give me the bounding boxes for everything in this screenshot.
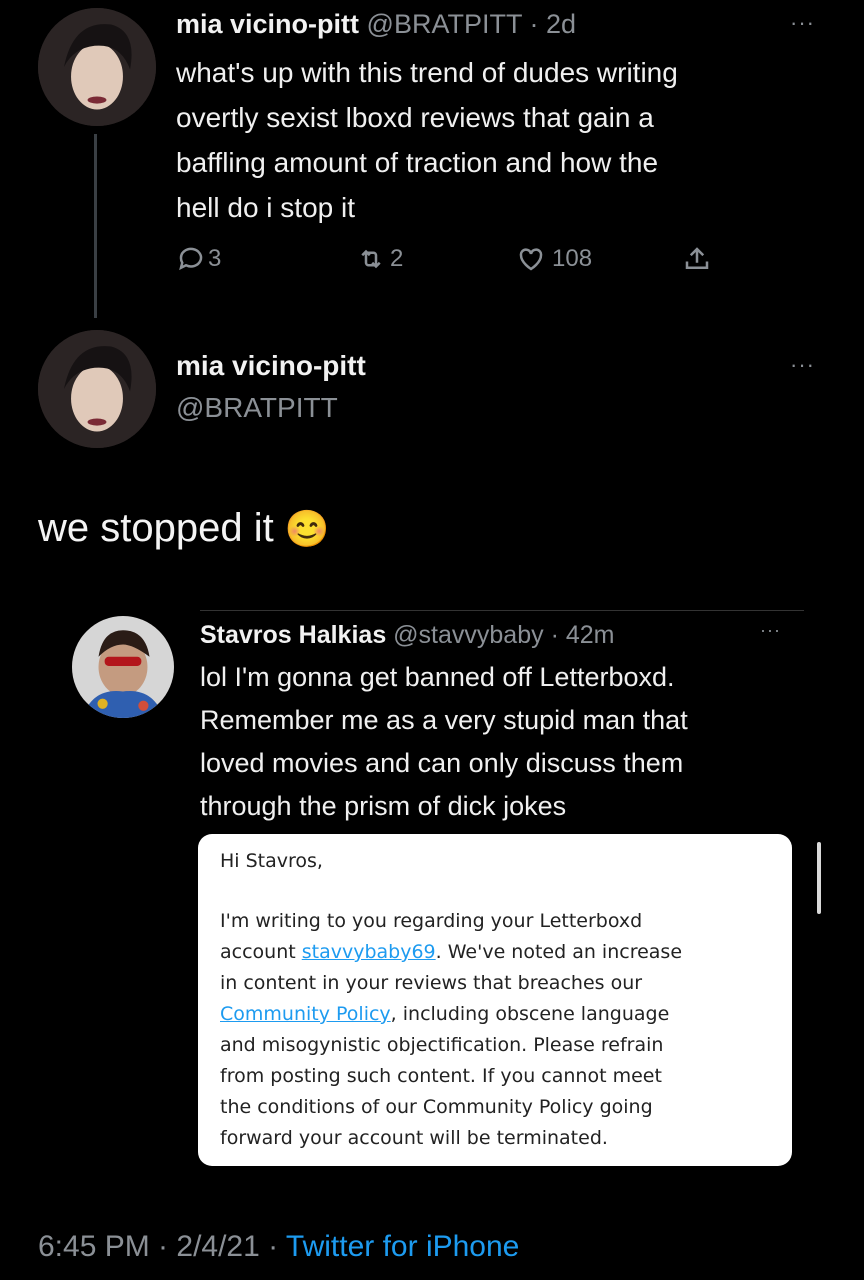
quoted-author-name[interactable]: Stavros Halkias [200, 621, 386, 649]
tweet-text-line: what's up with this trend of dudes writi… [176, 57, 678, 88]
email-line: from posting such content. If you cannot… [220, 1065, 662, 1087]
email-body: I'm writing to you regarding your Letter… [220, 906, 682, 1154]
scrollbar[interactable] [817, 842, 821, 914]
share-button[interactable] [682, 244, 712, 274]
tweet-timestamp: 6:45 PM · 2/4/21 · Twitter for iPhone [38, 1230, 519, 1264]
retweet-button[interactable]: 2 [356, 244, 403, 274]
tweet-text-line: overtly sexist lboxd reviews that gain a [176, 102, 654, 133]
quoted-tweet-time: · 42m [550, 621, 615, 649]
tweet-text-line: lol I'm gonna get banned off Letterboxd. [200, 662, 675, 692]
avatar[interactable] [72, 616, 174, 718]
tweet-text-line: loved movies and can only discuss them [200, 748, 684, 778]
email-screenshot-card[interactable]: Hi Stavros, I'm writing to you regarding… [198, 834, 792, 1166]
avatar[interactable] [38, 8, 156, 126]
tweet-text-line: Remember me as a very stupid man that [200, 705, 688, 735]
tweet-text: we stopped it 😊 [38, 506, 330, 551]
share-icon [685, 247, 709, 269]
reply-button[interactable]: 3 [176, 244, 221, 274]
tweet-time[interactable]: · 2d [529, 9, 576, 39]
quoted-tweet-text: lol I'm gonna get banned off Letterboxd.… [200, 656, 688, 828]
more-options-button[interactable]: ··· [790, 352, 815, 378]
more-options-button[interactable]: ··· [790, 10, 815, 36]
more-options-button[interactable]: ··· [760, 620, 781, 641]
author-handle[interactable]: @BRATPITT [176, 392, 338, 424]
tweet-text-line: through the prism of dick jokes [200, 791, 567, 821]
tweet-text-line: baffling amount of traction and how the [176, 147, 659, 178]
like-button[interactable]: 108 [516, 244, 592, 274]
email-line: in content in your reviews that breaches… [220, 972, 643, 994]
like-count: 108 [552, 245, 593, 272]
author-handle[interactable]: @BRATPITT [367, 9, 522, 39]
email-greeting: Hi Stavros, [220, 850, 323, 872]
avatar[interactable] [38, 330, 156, 448]
smiling-face-emoji: 😊 [284, 508, 330, 549]
email-line: forward your account will be terminated. [220, 1127, 608, 1149]
email-line: the conditions of our Community Policy g… [220, 1096, 653, 1118]
reply-icon [179, 247, 203, 271]
thread-line [94, 134, 97, 318]
retweet-icon [361, 249, 381, 269]
tweet-text: what's up with this trend of dudes writi… [176, 50, 678, 230]
community-policy-link[interactable]: Community Policy [220, 1003, 391, 1025]
account-link[interactable]: stavvybaby69 [302, 941, 436, 963]
email-line: and misogynistic objectification. Please… [220, 1034, 664, 1056]
tweet-text-line: we stopped it [38, 506, 274, 550]
author-name[interactable]: mia vicino-pitt [176, 9, 359, 39]
quoted-author-handle[interactable]: @stavvybaby [393, 621, 543, 649]
tweet-header: mia vicino-pitt @BRATPITT · 2d [176, 6, 576, 42]
timestamp-text: 6:45 PM · 2/4/21 · [38, 1230, 286, 1263]
email-line: I'm writing to you regarding your Letter… [220, 910, 643, 932]
client-link[interactable]: Twitter for iPhone [286, 1230, 519, 1263]
email-line: account stavvybaby69. We've noted an inc… [220, 941, 683, 963]
email-line: Community Policy, including obscene lang… [220, 1003, 670, 1025]
quoted-tweet-header: Stavros Halkias @stavvybaby · 42m [200, 618, 614, 652]
author-name[interactable]: mia vicino-pitt [176, 350, 366, 382]
divider [200, 610, 804, 611]
heart-icon [519, 248, 543, 271]
tweet-text-line: hell do i stop it [176, 192, 355, 223]
reply-count: 3 [208, 245, 222, 272]
retweet-count: 2 [390, 245, 404, 272]
